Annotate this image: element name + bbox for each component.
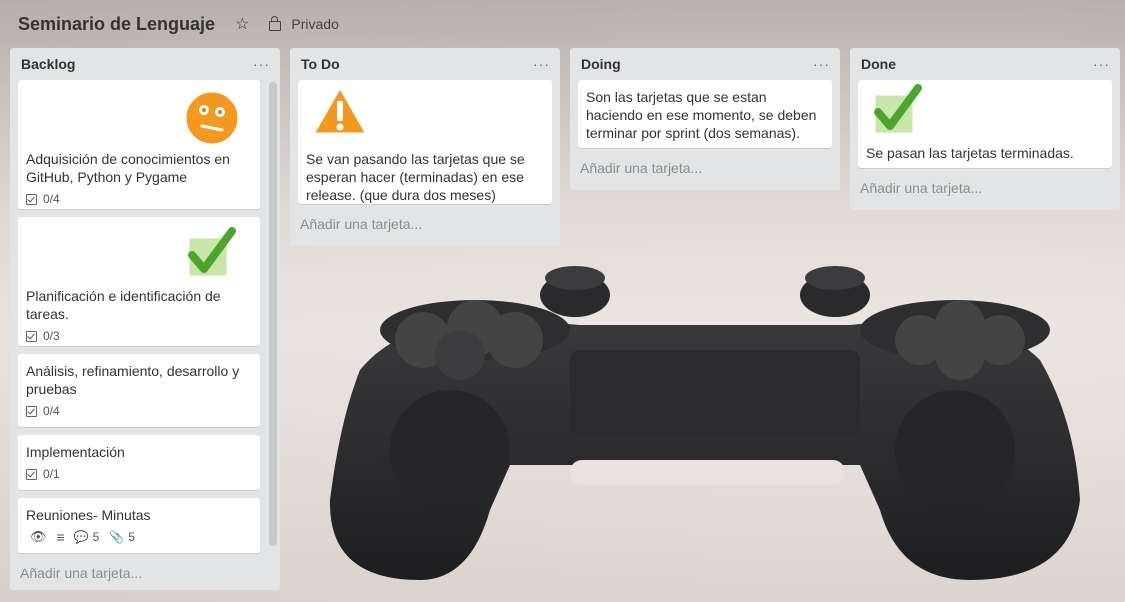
list-done: Done ··· Se pasan las tarjetas terminada… [850,48,1120,210]
list-menu-icon[interactable]: ··· [533,56,550,72]
card[interactable]: Implementación 0/1 [18,435,260,490]
card[interactable]: Planificación e identificación de tareas… [18,217,260,346]
board-header: Seminario de Lenguaje ☆ Privado [0,0,1125,48]
card-badges: 0/1 [26,465,252,483]
card-title: Se pasan las tarjetas terminadas. [866,145,1074,161]
checklist-count: 0/1 [43,467,60,481]
list-doing: Doing ··· Son las tarjetas que se estan … [570,48,840,190]
list-todo: To Do ··· Se van pasando las tarjetas qu… [290,48,560,246]
list-title[interactable]: To Do [301,56,340,72]
list-title[interactable]: Doing [581,56,621,72]
card-title: Análisis, refinamiento, desarrollo y pru… [26,363,240,397]
card[interactable]: Adquisición de conocimientos en GitHub, … [18,80,260,209]
card-title: Se van pasando las tarjetas que se esper… [306,151,525,203]
green-check-icon [872,84,922,136]
list-title[interactable]: Backlog [21,56,75,72]
watch-icon: 👁 [30,529,47,544]
add-card-button[interactable]: Añadir una tarjeta... [570,156,840,186]
checklist-count: 0/4 [43,404,60,418]
attachment-count: 5 [128,530,135,544]
list-menu-icon[interactable]: ··· [253,56,270,72]
card-title: Reuniones- Minutas [26,507,151,523]
checklist-count: 0/3 [43,329,60,343]
add-card-button[interactable]: Añadir una tarjeta... [10,561,280,591]
controller-background-image [329,266,1080,580]
card-badges: 👁 ≡ 💬 5 📎 5 [26,528,252,546]
card-cover [306,85,544,142]
list-backlog: Backlog ··· Adquisición de conocimientos… [10,48,280,590]
checklist-icon [26,405,37,417]
card-title: Planificación e identificación de tareas… [26,288,221,322]
card-title: Implementación [26,444,125,460]
list-title[interactable]: Done [861,56,896,72]
card[interactable]: Reuniones- Minutas 👁 ≡ 💬 5 📎 5 [18,498,260,553]
card[interactable]: Se van pasando las tarjetas que se esper… [298,80,552,204]
checklist-icon [26,468,37,480]
card[interactable]: Son las tarjetas que se estan haciendo e… [578,80,832,148]
card[interactable]: Análisis, refinamiento, desarrollo y pru… [18,354,260,427]
list-menu-icon[interactable]: ··· [813,56,830,72]
list-menu-icon[interactable]: ··· [1093,56,1110,72]
lock-icon [269,16,282,31]
star-icon[interactable]: ☆ [235,14,249,34]
orange-face-icon [183,89,241,146]
checklist-icon [26,193,37,205]
card[interactable]: Se pasan las tarjetas terminadas. [858,80,1112,168]
board-title[interactable]: Seminario de Lenguaje [18,14,215,35]
green-check-icon [186,227,236,279]
card-badges: 0/4 [26,402,252,420]
card-badges: 0/3 [26,327,252,345]
warning-icon [311,85,369,136]
card-badges: 0/4 [26,190,252,208]
visibility-label: Privado [291,16,339,32]
scrollbar[interactable] [269,82,277,546]
add-card-button[interactable]: Añadir una tarjeta... [850,176,1120,206]
attachment-icon: 📎 [109,530,125,544]
card-title: Son las tarjetas que se estan haciendo e… [586,89,817,141]
description-icon: ≡ [56,529,65,545]
visibility-button[interactable]: Privado [269,16,339,32]
card-cover [26,225,252,279]
checklist-icon [26,330,37,342]
comment-count: 5 [92,530,100,544]
card-cover [26,88,252,146]
checklist-count: 0/4 [43,192,60,206]
card-title: Adquisición de conocimientos en GitHub, … [26,151,230,185]
card-cover [866,84,1104,138]
comment-icon: 💬 [73,530,89,544]
add-card-button[interactable]: Añadir una tarjeta... [290,212,560,242]
